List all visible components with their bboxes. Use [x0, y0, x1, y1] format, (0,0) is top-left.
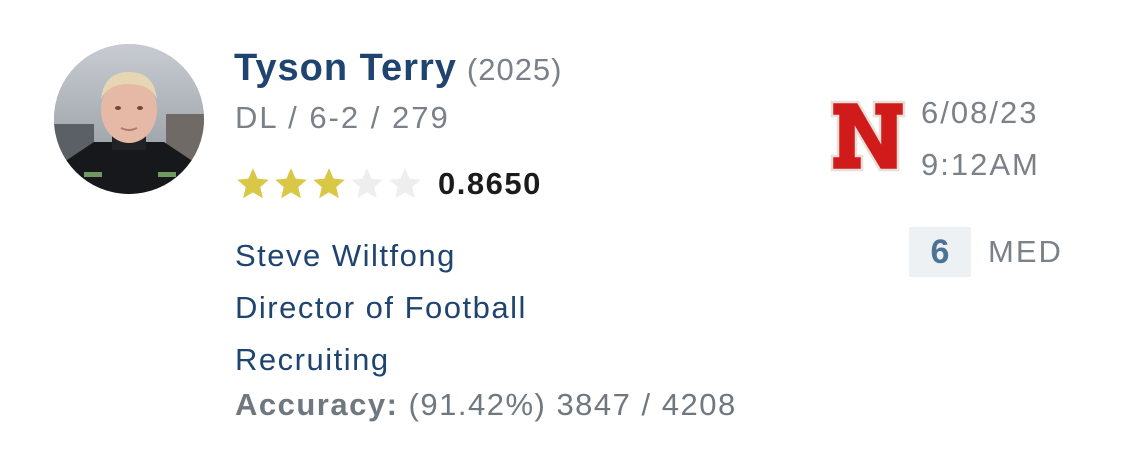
- player-name[interactable]: Tyson Terry: [234, 47, 457, 89]
- star-rating: [234, 165, 424, 203]
- analyst-title-line2[interactable]: Recruiting: [235, 334, 795, 386]
- prediction-date: 6/08/23: [921, 95, 1039, 130]
- nebraska-n-logo-icon[interactable]: [828, 98, 908, 174]
- player-position-size: DL / 6-2 / 279: [235, 100, 450, 135]
- star-icon-empty: [351, 168, 383, 199]
- player-name-line: Tyson Terry (2025): [234, 46, 563, 98]
- player-rating: 0.8650: [438, 166, 542, 201]
- accuracy-label: Accuracy:: [235, 387, 399, 422]
- analyst-name-link[interactable]: Steve Wiltfong: [235, 230, 795, 282]
- prediction-time: 9:12AM: [921, 147, 1040, 182]
- player-avatar[interactable]: [54, 44, 204, 194]
- confidence-indicator: 6 MED: [909, 227, 1063, 277]
- analyst-accuracy: Accuracy: (91.42%) 3847 / 4208: [235, 384, 737, 426]
- prediction-timestamp: 6/08/23 9:12AM: [921, 87, 1040, 191]
- star-icon-filled: [275, 168, 307, 199]
- analyst-block: Steve Wiltfong Director of Football Recr…: [235, 230, 795, 386]
- star-icon-filled: [313, 168, 345, 199]
- star-icon-filled: [237, 168, 269, 199]
- confidence-label: MED: [988, 234, 1063, 269]
- star-icon-empty: [389, 168, 421, 199]
- rating-row: 0.8650: [234, 163, 542, 205]
- accuracy-value: (91.42%) 3847 / 4208: [408, 387, 737, 422]
- player-class-year: (2025): [466, 52, 563, 87]
- confidence-score: 6: [909, 227, 971, 277]
- analyst-title-line1[interactable]: Director of Football: [235, 282, 795, 334]
- prediction-card: Tyson Terry (2025) DL / 6-2 / 279 0.8650 …: [0, 0, 1125, 457]
